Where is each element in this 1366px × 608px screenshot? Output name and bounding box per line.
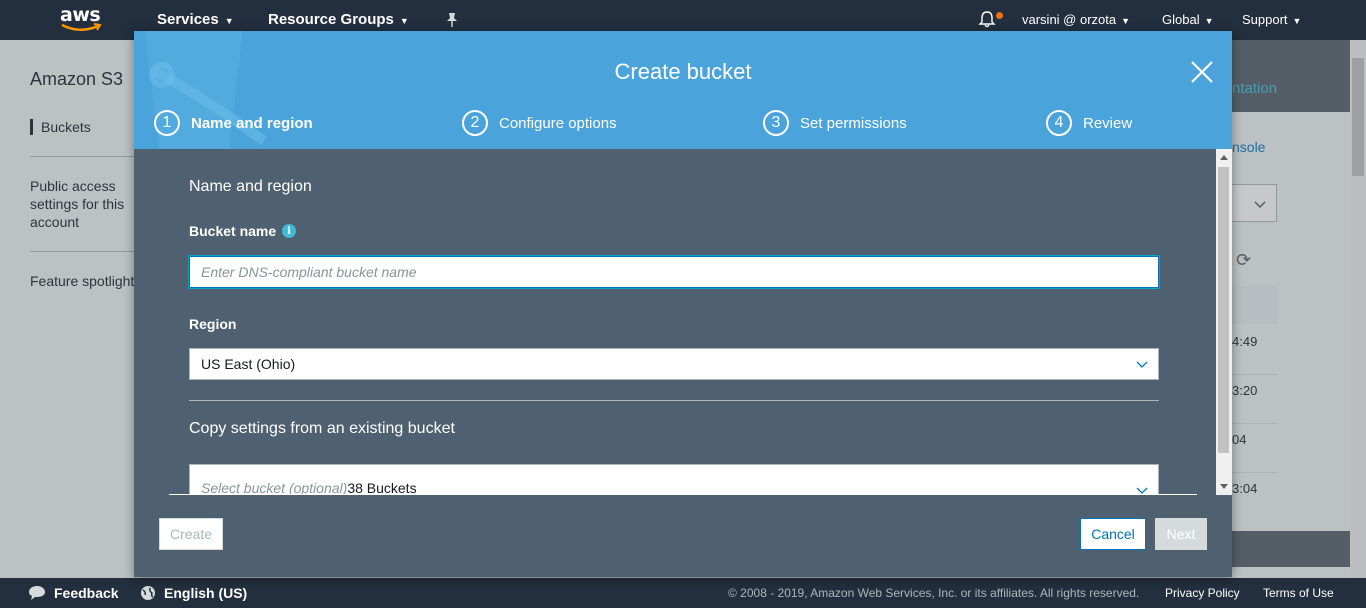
dialog-title: Create bucket: [614, 59, 752, 84]
globe-icon: [141, 586, 155, 600]
copy-settings-title: Copy settings from an existing bucket: [189, 420, 455, 437]
dialog-scrollbar[interactable]: [1216, 149, 1232, 495]
feedback-link[interactable]: Feedback: [28, 585, 119, 601]
support-menu[interactable]: Support ▼: [1242, 12, 1301, 27]
notifications-bell-icon[interactable]: [978, 10, 996, 28]
step-configure-options[interactable]: 2 Configure options: [462, 110, 617, 136]
copyright-text: © 2008 - 2019, Amazon Web Services, Inc.…: [728, 586, 1140, 600]
aws-logo[interactable]: aws: [60, 4, 104, 34]
region-label: Region: [189, 316, 237, 332]
footer: Feedback English (US) © 2008 - 2019, Ama…: [0, 578, 1366, 608]
chevron-down-icon: [1136, 361, 1148, 368]
scrollbar-thumb[interactable]: [1218, 167, 1229, 453]
create-button[interactable]: Create: [159, 518, 223, 550]
resource-groups-menu[interactable]: Resource Groups ▼: [268, 11, 409, 28]
step-set-permissions[interactable]: 3 Set permissions: [763, 110, 907, 136]
language-selector[interactable]: English (US): [140, 585, 247, 601]
dialog-header: Create bucket 1 Name and region 2 Config…: [134, 31, 1232, 149]
scroll-up-arrow[interactable]: [1220, 155, 1228, 160]
region-menu[interactable]: Global ▼: [1162, 12, 1214, 27]
account-menu[interactable]: varsini @ orzota ▼: [1022, 12, 1130, 27]
cancel-button[interactable]: Cancel: [1080, 518, 1146, 550]
copy-bucket-select[interactable]: Select bucket (optional) 38 Buckets: [189, 464, 1159, 495]
aws-smile-icon: [61, 23, 102, 31]
services-menu[interactable]: Services ▼: [157, 11, 234, 28]
bucket-name-input[interactable]: [189, 256, 1159, 288]
section-divider: [189, 400, 1159, 401]
chevron-down-icon: ▼: [224, 16, 234, 26]
next-button[interactable]: Next: [1155, 518, 1207, 550]
chevron-down-icon: ▼: [1121, 16, 1131, 26]
chevron-down-icon: ▼: [1204, 16, 1214, 26]
info-icon[interactable]: i: [282, 224, 297, 238]
scroll-down-arrow[interactable]: [1220, 484, 1228, 489]
dialog-body: Name and region Bucket name i Region US …: [134, 149, 1232, 495]
chevron-down-icon: ▼: [1292, 16, 1302, 26]
section-title: Name and region: [189, 178, 312, 195]
bucket-name-label: Bucket name i: [189, 223, 297, 239]
step-name-and-region[interactable]: 1 Name and region: [154, 110, 313, 136]
step-review[interactable]: 4 Review: [1046, 110, 1132, 136]
pin-icon[interactable]: [445, 12, 459, 28]
terms-of-use-link[interactable]: Terms of Use: [1263, 586, 1334, 600]
region-select[interactable]: US East (Ohio): [189, 348, 1159, 380]
privacy-policy-link[interactable]: Privacy Policy: [1165, 586, 1240, 600]
create-bucket-dialog: Create bucket 1 Name and region 2 Config…: [134, 31, 1232, 577]
speech-bubble-icon: [29, 586, 45, 600]
chevron-down-icon: ▼: [399, 16, 409, 26]
dialog-footer: Create Cancel Next: [134, 495, 1232, 577]
close-icon[interactable]: [1189, 59, 1215, 85]
notification-dot: [996, 12, 1003, 19]
